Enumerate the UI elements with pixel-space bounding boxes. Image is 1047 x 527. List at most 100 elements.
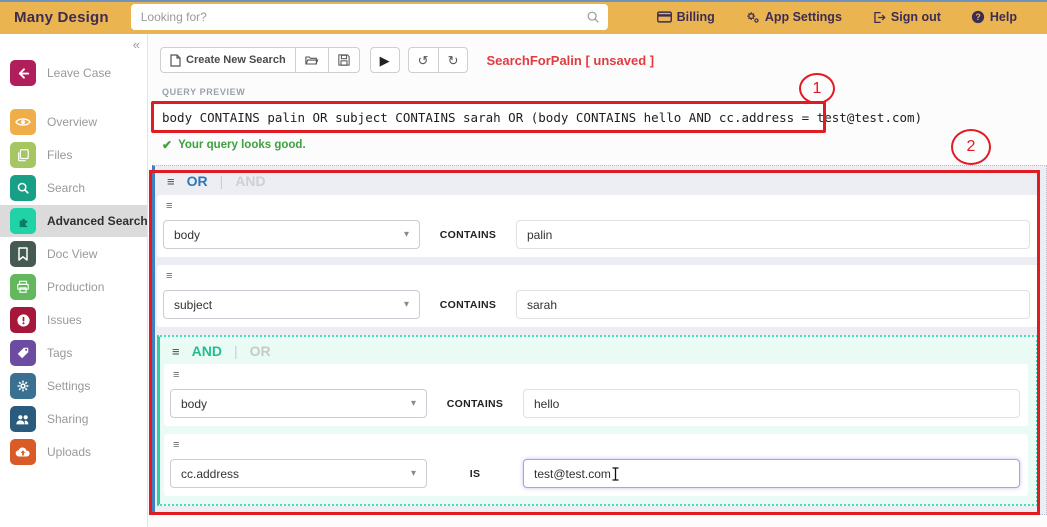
save-search-button[interactable] [327,47,360,73]
chevron-down-icon: ▾ [403,299,409,310]
value-input[interactable] [523,389,1020,418]
operator-label: CONTAINS [446,397,504,410]
create-new-search-button[interactable]: Create New Search [160,47,296,73]
open-search-button[interactable] [294,47,329,73]
global-search-input[interactable] [140,10,586,24]
arrow-left-icon [18,67,29,79]
and-group-header: ≡ AND | OR [160,337,1036,364]
sidebar-item-overview[interactable]: Overview [0,106,147,138]
sidebar: « Leave Case Overview Files Search Advan… [0,34,148,527]
billing-label: Billing [676,10,715,24]
sidebar-item-advanced-search[interactable]: Advanced Search [0,205,148,237]
field-select-value: body [181,396,208,411]
sidebar-item-files[interactable]: Files [0,139,147,171]
sidebar-item-label: Settings [47,379,91,393]
check-icon: ✔ [162,138,173,152]
chevron-down-icon: ▾ [410,468,416,479]
sidebar-item-search[interactable]: Search [0,172,147,204]
drag-handle-icon[interactable]: ≡ [166,201,1030,212]
sidebar-item-settings[interactable]: Settings [0,370,147,402]
sidebar-item-label: Sharing [47,412,89,426]
and-toggle-active[interactable]: AND [192,343,222,359]
or-toggle-inactive[interactable]: OR [250,343,271,359]
operator-label: IS [469,467,481,480]
redo-icon: ↻ [447,52,459,68]
sidebar-item-uploads[interactable]: Uploads [0,436,147,468]
drag-handle-icon[interactable]: ≡ [173,370,1020,381]
operator-label: CONTAINS [439,228,497,241]
exclamation-icon [16,313,30,327]
sidebar-item-label: Issues [47,313,82,327]
sidebar-item-label: Search [47,181,86,195]
search-toolbar: Create New Search ▶ ↺ ↻ SearchForPalin [… [160,47,654,73]
sign-out-link[interactable]: Sign out [872,10,941,24]
app-window: Many Design Billing [0,0,1047,527]
or-group: ≡ OR | AND ≡ body ▾ CONTAINS palin ≡ sub… [152,165,1047,515]
topbar: Many Design Billing [0,0,1047,34]
billing-link[interactable]: Billing [656,10,715,24]
sidebar-item-label: Advanced Search [47,214,148,228]
field-select-value: body [174,227,201,242]
field-select[interactable]: subject ▾ [163,290,420,319]
and-group: ≡ AND | OR ≡ body ▾ CONTAINS hello ≡ cc.… [157,335,1038,506]
drag-handle-icon[interactable]: ≡ [167,175,175,188]
folder-open-icon [305,55,319,65]
drag-handle-icon[interactable]: ≡ [166,271,1030,282]
sidebar-item-label: Production [47,280,105,294]
field-select[interactable]: body ▾ [163,220,420,249]
rule-row: ≡ body ▾ CONTAINS [164,364,1028,426]
play-icon: ▶ [379,52,390,68]
value-input-focused[interactable] [523,459,1020,488]
credit-card-icon [656,11,672,23]
topbar-nav: Billing App Settings Sign out ? Help [656,10,1033,24]
printer-icon [17,280,29,293]
brand-logo: Many Design [14,8,109,26]
rule-row: ≡ subject ▾ CONTAINS [157,265,1038,327]
sidebar-item-production[interactable]: Production [0,271,147,303]
sidebar-item-label: Overview [47,115,98,129]
search-icon[interactable] [586,10,600,24]
drag-handle-icon[interactable]: ≡ [172,345,180,358]
help-link[interactable]: ? Help [971,10,1017,24]
global-search-box[interactable] [130,4,608,30]
and-toggle-inactive[interactable]: AND [235,173,265,189]
sidebar-item-sharing[interactable]: Sharing [0,403,147,435]
sidebar-item-leave-case[interactable]: Leave Case [0,57,147,89]
value-input[interactable] [516,220,1030,249]
conjunction-divider: | [219,173,224,189]
field-select-value: cc.address [181,466,240,481]
field-select[interactable]: cc.address ▾ [170,459,427,488]
field-select[interactable]: body ▾ [170,389,427,418]
run-search-button[interactable]: ▶ [369,47,400,73]
redo-button[interactable]: ↻ [437,47,469,73]
sidebar-item-issues[interactable]: Issues [0,304,147,336]
rule-row: ≡ body ▾ CONTAINS [157,195,1038,257]
or-group-header: ≡ OR | AND [155,166,1046,195]
magnifier-icon [17,182,29,194]
bookmark-icon [18,247,28,261]
sidebar-item-doc-view[interactable]: Doc View [0,238,147,270]
app-settings-link[interactable]: App Settings [745,10,842,24]
copy-icon [18,149,29,162]
main-content: Create New Search ▶ ↺ ↻ SearchForPalin [… [148,34,1047,527]
app-settings-label: App Settings [764,10,842,24]
gears-icon [747,12,759,23]
field-select-value: subject [174,297,213,312]
cloud-upload-icon [15,447,30,457]
save-icon [338,54,350,66]
file-button-group: Create New Search [160,47,360,73]
chevron-down-icon: ▾ [410,398,416,409]
sign-out-icon [874,11,886,23]
svg-text:?: ? [975,12,980,22]
gear-icon [17,380,29,392]
drag-handle-icon[interactable]: ≡ [173,440,1020,451]
query-preview-text: body CONTAINS palin OR subject CONTAINS … [162,110,923,125]
sidebar-item-label: Uploads [47,445,92,459]
sidebar-item-label: Tags [47,346,73,360]
sidebar-item-tags[interactable]: Tags [0,337,147,369]
sidebar-collapse-icon[interactable]: « [133,38,140,51]
query-status-text: Your query looks good. [178,139,306,151]
or-toggle-active[interactable]: OR [187,173,208,189]
value-input[interactable] [516,290,1030,319]
undo-button[interactable]: ↺ [407,47,439,73]
